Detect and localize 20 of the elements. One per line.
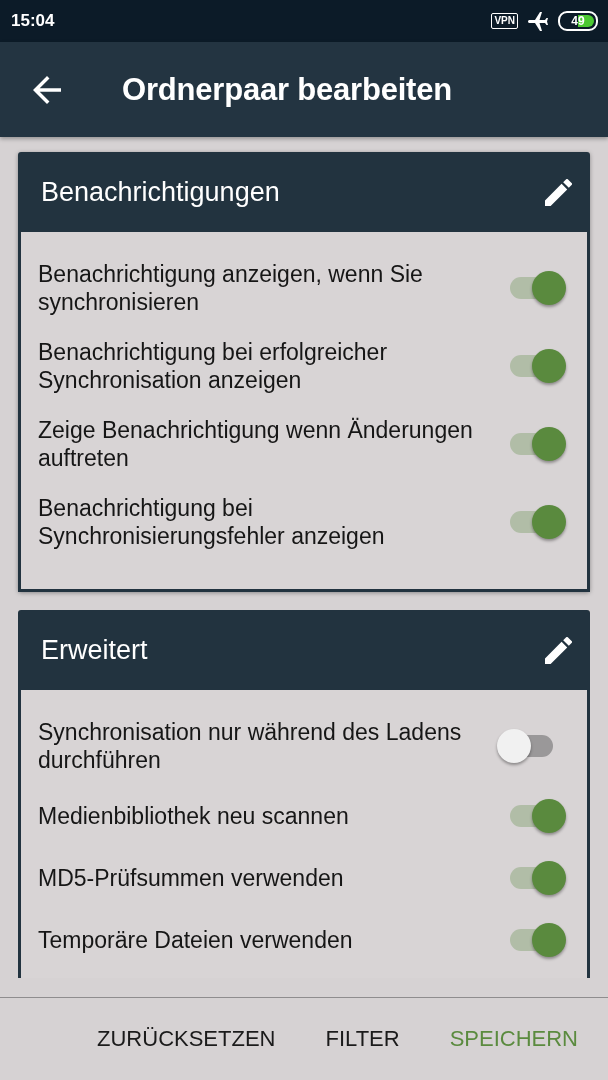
back-arrow-icon[interactable] <box>33 75 61 104</box>
pencil-icon[interactable] <box>545 178 572 206</box>
airplane-icon <box>527 11 549 31</box>
action-button[interactable]: FILTER <box>313 1015 412 1062</box>
section-title: Erweitert <box>41 634 149 666</box>
section-title: Benachrichtigungen <box>41 176 281 208</box>
setting-label: Synchronisation nur während des Ladens durchführen <box>38 718 463 774</box>
vpn-indicator: VPN <box>491 13 518 29</box>
setting-label: Benachrichtigung anzeigen, wenn Sie synchronisieren <box>38 260 424 316</box>
screen-title: Ordnerpaar bearbeiten <box>122 71 453 108</box>
setting-label: Benachrichtigung bei Synchronisierungsfehler anzeigen <box>38 494 386 550</box>
status-time: 15:04 <box>11 11 56 31</box>
battery-indicator: 49 <box>558 11 598 31</box>
setting-label: Medienbibliothek neu scannen <box>38 802 350 830</box>
action-button[interactable]: ZURÜCKSETZEN <box>85 1015 288 1062</box>
setting-label: Zeige Benachrichtigung wenn Änderungen auftreten <box>38 416 474 472</box>
setting-label: Temporäre Dateien verwenden <box>38 926 354 954</box>
setting-label: MD5-Prüfsummen verwenden <box>38 864 345 892</box>
setting-label: Benachrichtigung bei erfolgreicher Synchronisation anzeigen <box>38 338 389 394</box>
pencil-icon[interactable] <box>545 636 572 664</box>
